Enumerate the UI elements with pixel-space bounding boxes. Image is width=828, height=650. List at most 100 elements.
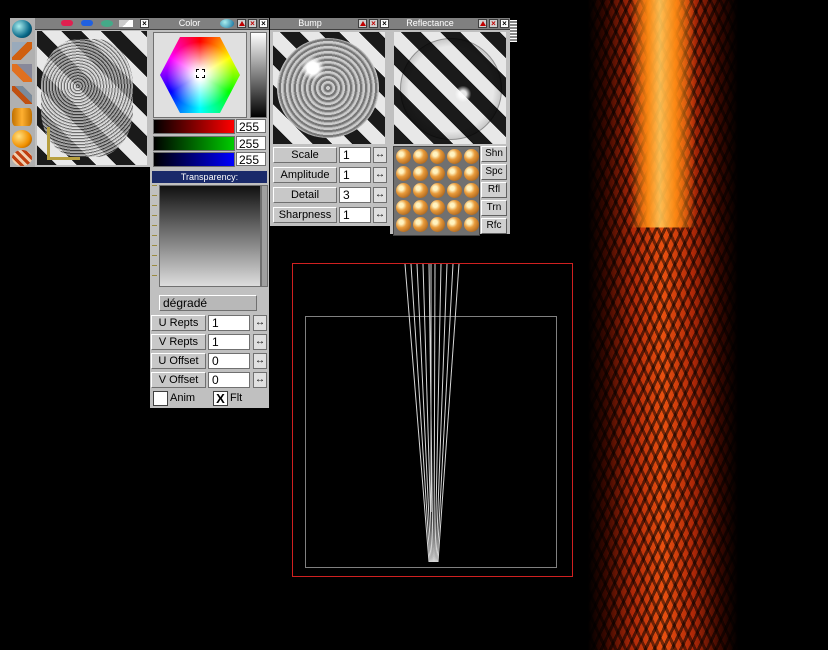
material-ball[interactable] — [464, 149, 479, 164]
green-value[interactable]: 255 — [236, 136, 266, 151]
reflectance-panel: Reflectance × × Shn Spc Rfl Trn Rfc — [390, 18, 510, 236]
material-ball[interactable] — [464, 166, 479, 181]
material-ball[interactable] — [413, 217, 428, 232]
globe-icon[interactable] — [220, 19, 234, 28]
paint-icon[interactable] — [12, 64, 32, 82]
detail-input[interactable]: 3 — [339, 187, 371, 203]
sphere-icon[interactable] — [12, 20, 32, 38]
anim-checkbox[interactable] — [153, 391, 168, 406]
material-ball[interactable] — [464, 183, 479, 198]
flt-checkbox[interactable]: X — [213, 391, 228, 406]
transparency-header: Transparency: — [152, 171, 267, 183]
gradient-name[interactable]: dégradé — [159, 295, 257, 311]
material-ball[interactable] — [447, 200, 462, 215]
material-ball[interactable] — [447, 183, 462, 198]
remove-button[interactable]: × — [489, 19, 498, 28]
color-panel: Color × × 255 255 255 Transparency: dégr… — [150, 18, 269, 408]
green-bar[interactable] — [153, 136, 235, 151]
rfc-button[interactable]: Rfc — [481, 218, 507, 234]
u-repts-label: U Repts — [151, 315, 206, 331]
material-ball[interactable] — [396, 217, 411, 232]
texture-preview — [37, 31, 147, 165]
collapse-button[interactable] — [478, 19, 487, 28]
blue-bar[interactable] — [153, 152, 235, 167]
material-ball[interactable] — [396, 183, 411, 198]
cylinder-icon[interactable] — [12, 108, 32, 126]
close-icon[interactable]: × — [380, 19, 389, 28]
material-ball[interactable] — [464, 217, 479, 232]
amplitude-label: Amplitude — [273, 167, 337, 183]
amplitude-stepper[interactable]: ↔ — [373, 167, 387, 183]
detail-stepper[interactable]: ↔ — [373, 187, 387, 203]
material-ball[interactable] — [396, 200, 411, 215]
v-offset-stepper[interactable]: ↔ — [253, 372, 267, 388]
close-icon[interactable]: × — [140, 19, 149, 28]
v-repts-stepper[interactable]: ↔ — [253, 334, 267, 350]
material-ball[interactable] — [430, 217, 445, 232]
u-repts-input[interactable]: 1 — [208, 315, 250, 331]
shn-button[interactable]: Shn — [481, 146, 507, 162]
transparency-slider[interactable] — [261, 185, 268, 287]
red-bar[interactable] — [153, 119, 235, 134]
remove-button[interactable]: × — [369, 19, 378, 28]
close-icon[interactable]: × — [500, 19, 509, 28]
trn-button[interactable]: Trn — [481, 200, 507, 216]
wrench-icon[interactable] — [12, 42, 32, 60]
striped-sphere-icon[interactable] — [12, 150, 32, 166]
blue-pill-icon[interactable] — [81, 20, 93, 26]
material-ball[interactable] — [413, 149, 428, 164]
u-offset-input[interactable]: 0 — [208, 353, 250, 369]
material-ball[interactable] — [413, 166, 428, 181]
rfl-button[interactable]: Rfl — [481, 182, 507, 198]
wireframe-cone — [404, 264, 460, 563]
color-title: Color — [178, 18, 201, 28]
collapse-button[interactable] — [237, 19, 246, 28]
material-ball[interactable] — [430, 183, 445, 198]
render-viewport[interactable] — [292, 263, 573, 577]
u-offset-stepper[interactable]: ↔ — [253, 353, 267, 369]
collapse-button[interactable] — [358, 19, 367, 28]
v-offset-input[interactable]: 0 — [208, 372, 250, 388]
material-ball[interactable] — [430, 200, 445, 215]
panel-scroll-handle[interactable] — [510, 20, 517, 42]
pencil-icon[interactable] — [12, 86, 32, 104]
spc-button[interactable]: Spc — [481, 164, 507, 180]
material-ball[interactable] — [413, 200, 428, 215]
red-pill-icon[interactable] — [61, 20, 73, 26]
sharpness-stepper[interactable]: ↔ — [373, 207, 387, 223]
material-ball[interactable] — [430, 149, 445, 164]
material-swatches[interactable] — [393, 146, 480, 236]
transparency-ruler — [152, 185, 157, 285]
color-picker-cursor[interactable] — [196, 69, 205, 78]
remove-button[interactable]: × — [248, 19, 257, 28]
anim-label: Anim — [170, 392, 196, 404]
scale-stepper[interactable]: ↔ — [373, 147, 387, 163]
material-ball[interactable] — [447, 149, 462, 164]
material-ball[interactable] — [447, 217, 462, 232]
bump-sphere — [277, 38, 379, 138]
material-ball[interactable] — [464, 200, 479, 215]
u-repts-stepper[interactable]: ↔ — [253, 315, 267, 331]
globe-icon[interactable] — [101, 20, 113, 27]
close-icon[interactable]: × — [259, 19, 268, 28]
material-ball[interactable] — [396, 149, 411, 164]
material-ball[interactable] — [430, 166, 445, 181]
wand-icon[interactable] — [119, 20, 133, 27]
texture-titlebar: × — [35, 18, 150, 30]
axis-gizmo-icon[interactable] — [47, 127, 80, 160]
orange-sphere-icon[interactable] — [12, 130, 32, 148]
material-ball[interactable] — [447, 166, 462, 181]
reflectance-titlebar: Reflectance × × — [390, 18, 510, 30]
scale-input[interactable]: 1 — [339, 147, 371, 163]
material-ball[interactable] — [396, 166, 411, 181]
reflectance-preview — [394, 32, 506, 144]
v-repts-input[interactable]: 1 — [208, 334, 250, 350]
brightness-slider[interactable] — [250, 32, 267, 118]
amplitude-input[interactable]: 1 — [339, 167, 371, 183]
bump-title: Bump — [298, 18, 322, 28]
sharpness-input[interactable]: 1 — [339, 207, 371, 223]
material-ball[interactable] — [413, 183, 428, 198]
transparency-curve[interactable] — [159, 185, 261, 287]
blue-value[interactable]: 255 — [236, 152, 266, 167]
red-value[interactable]: 255 — [236, 119, 266, 134]
